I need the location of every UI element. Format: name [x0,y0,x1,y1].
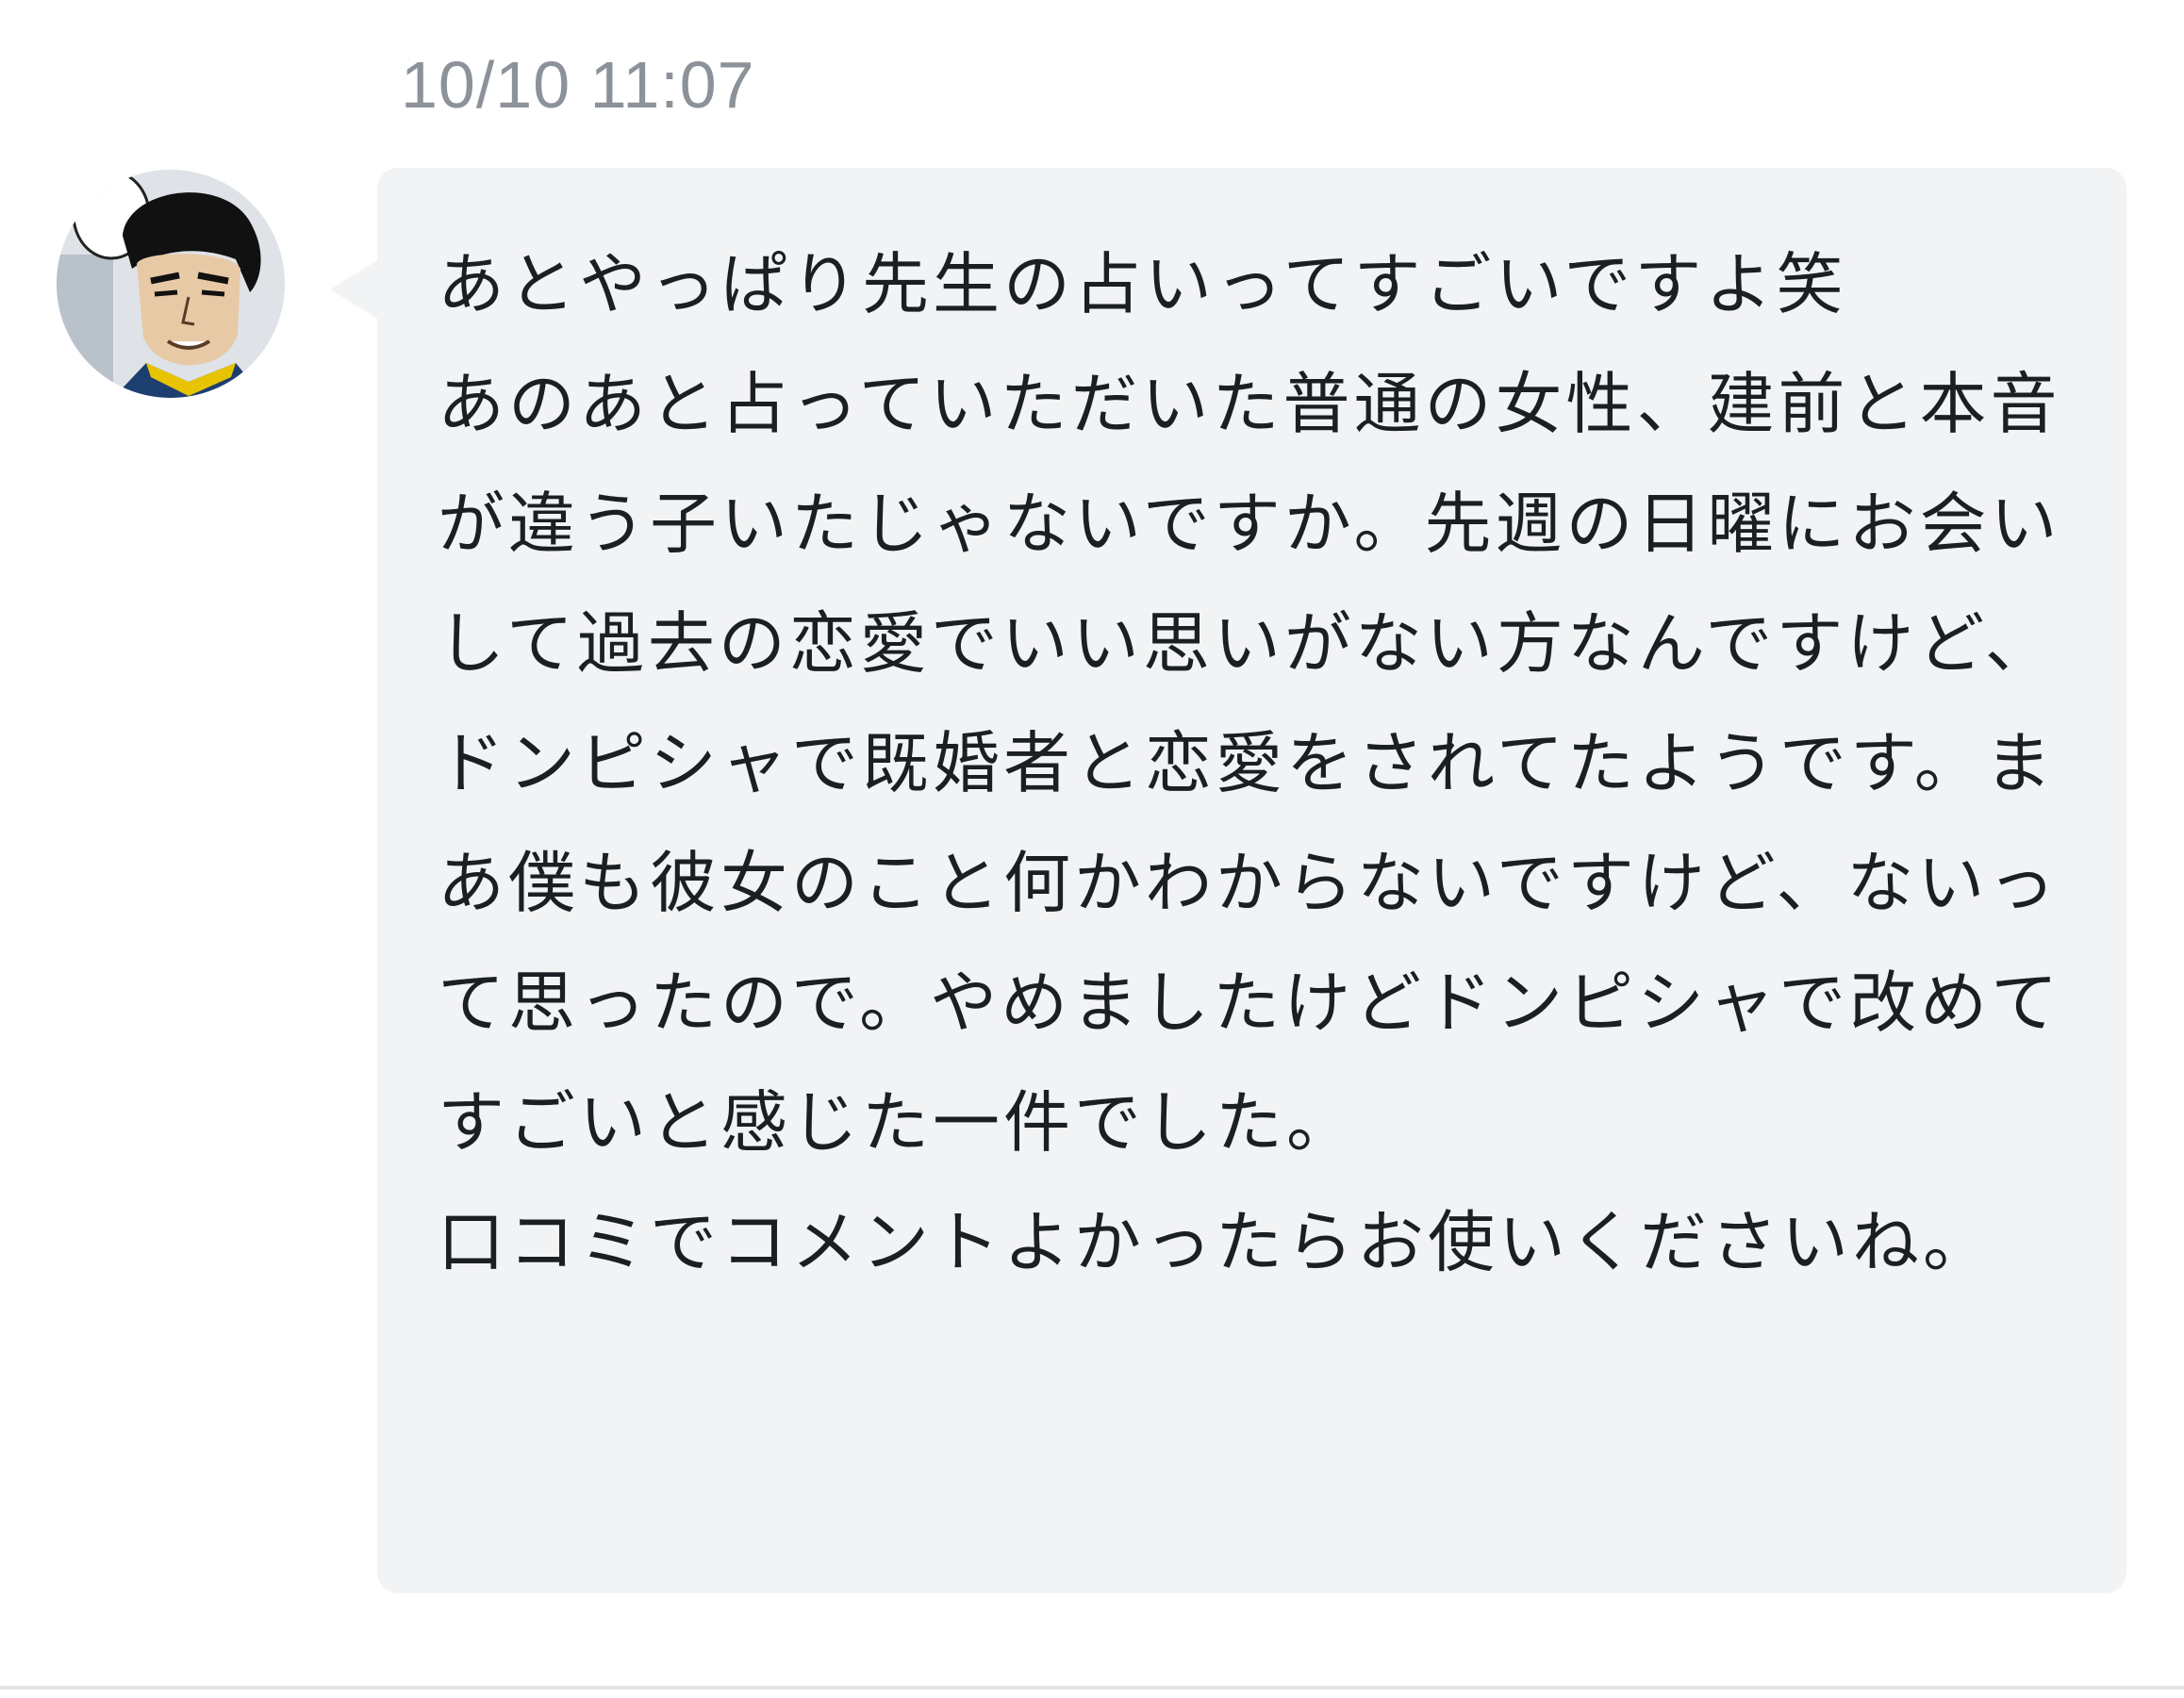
chat-view: 10/10 11:07 あとやっぱり先生の占いってすごいですよ笑 あのあと占って… [0,0,2184,1698]
user-avatar-icon [57,170,285,398]
message-text: あとやっぱり先生の占いってすごいですよ笑 あのあと占っていただいた普通の女性、建… [438,245,2062,1281]
sender-avatar[interactable] [57,170,285,398]
bottom-divider [0,1686,2184,1690]
message-timestamp: 10/10 11:07 [401,48,755,122]
message-bubble: あとやっぱり先生の占いってすごいですよ笑 あのあと占っていただいた普通の女性、建… [377,168,2126,1593]
bubble-tail [330,259,379,320]
